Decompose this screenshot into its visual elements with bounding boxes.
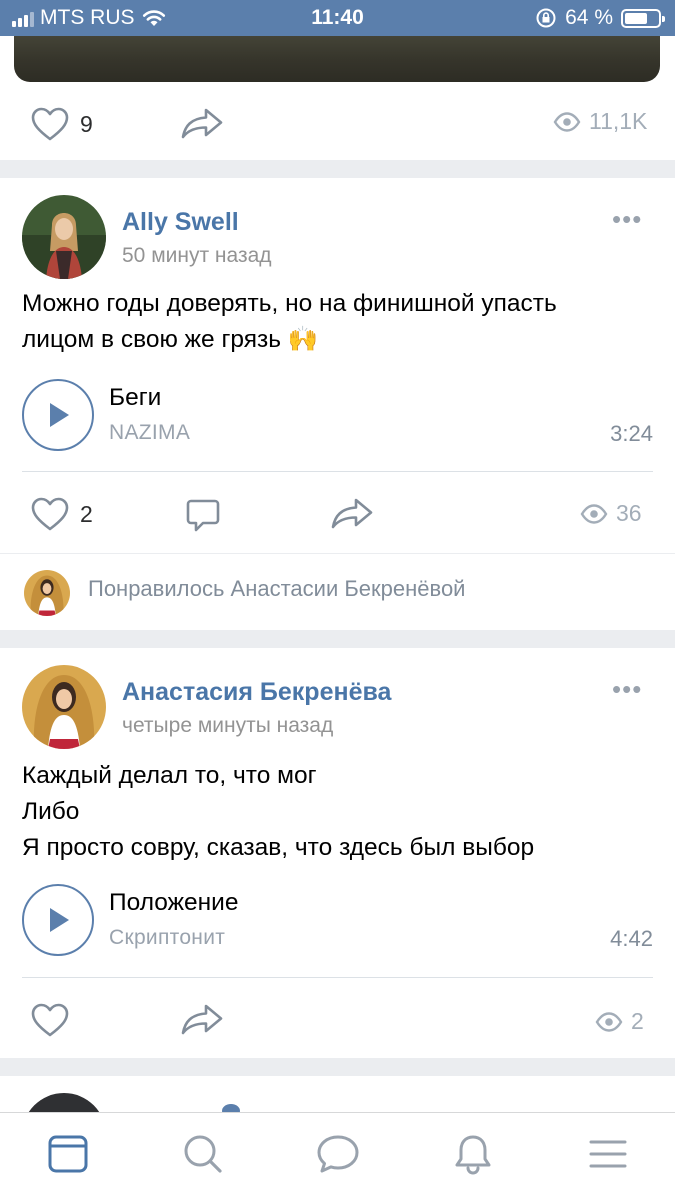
- liked-by-bar[interactable]: Понравилось Анастасии Бекренёвой: [0, 554, 675, 630]
- share-button[interactable]: [180, 106, 224, 140]
- audio-title: Положение: [109, 889, 239, 916]
- audio-duration: 4:42: [610, 926, 653, 951]
- notifications-icon: [455, 1135, 490, 1174]
- views-count: 2: [631, 1008, 644, 1034]
- audio-title: Беги: [109, 384, 162, 411]
- share-button[interactable]: [330, 496, 374, 530]
- post-text: Каждый делал то, что мог Либо Я просто с…: [22, 758, 534, 866]
- post-time: 50 минут назад: [122, 244, 272, 267]
- tab-search[interactable]: [135, 1113, 270, 1200]
- avatar-image: [22, 665, 106, 749]
- avatar[interactable]: [22, 665, 106, 749]
- eye-icon: [580, 503, 608, 524]
- like-button[interactable]: 2: [30, 496, 93, 532]
- post-text: Можно годы доверять, но на финишной упас…: [22, 286, 557, 358]
- avatar-image: [24, 570, 70, 616]
- battery-percent: 64 %: [565, 6, 613, 29]
- play-icon: [50, 403, 69, 427]
- like-button[interactable]: 9: [30, 106, 93, 142]
- eye-icon: [595, 1011, 623, 1032]
- post-card: 9 11,1K: [0, 26, 675, 160]
- status-bar: MTS RUS 11:40 64 %: [0, 0, 675, 36]
- comment-button[interactable]: [185, 498, 221, 534]
- tab-notifications[interactable]: [405, 1113, 540, 1200]
- post-card: [0, 1076, 675, 1177]
- audio-artist[interactable]: NAZIMA: [109, 421, 190, 445]
- status-right: 64 %: [535, 6, 665, 30]
- views-count: 11,1K: [589, 108, 648, 134]
- more-options-icon[interactable]: •••: [612, 674, 642, 705]
- views-counter: 36: [580, 500, 642, 527]
- rotation-lock-icon: [536, 8, 556, 28]
- share-button[interactable]: [180, 1002, 224, 1036]
- post-time: четыре минуты назад: [122, 714, 334, 737]
- liked-by-text: Понравилось Анастасии Бекренёвой: [88, 576, 466, 601]
- tab-menu[interactable]: [540, 1113, 675, 1200]
- news-icon: [48, 1135, 87, 1172]
- audio-duration: 3:24: [610, 421, 653, 446]
- audio-play-button[interactable]: [22, 379, 94, 451]
- share-icon: [181, 108, 223, 139]
- audio-play-button[interactable]: [22, 884, 94, 956]
- post-author[interactable]: Ally Swell: [122, 208, 239, 237]
- avatar[interactable]: [22, 195, 106, 279]
- more-options-icon[interactable]: •••: [612, 204, 642, 235]
- post-card: Анастасия Бекренёва четыре минуты назад …: [0, 648, 675, 1058]
- heart-icon: [31, 497, 69, 531]
- post-text-line: Либо: [22, 798, 80, 825]
- avatar-image: [22, 195, 106, 279]
- play-icon: [50, 908, 69, 932]
- tab-messages[interactable]: [270, 1113, 405, 1200]
- like-count: 2: [80, 500, 93, 527]
- post-text-line: Каждый делал то, что мог: [22, 762, 317, 789]
- post-card: Ally Swell 50 минут назад ••• Можно годы…: [0, 178, 675, 553]
- post-text-line: лицом в свою же грязь 🙌: [22, 326, 319, 353]
- audio-artist[interactable]: Скриптонит: [109, 926, 225, 950]
- avatar: [24, 570, 70, 616]
- like-count: 9: [80, 110, 93, 137]
- battery-icon: [621, 8, 665, 28]
- share-icon: [331, 498, 373, 529]
- post-text-line: Я просто совру, сказав, что здесь был вы…: [22, 834, 535, 861]
- share-icon: [181, 1004, 223, 1035]
- menu-icon: [589, 1140, 626, 1167]
- views-count: 36: [616, 500, 642, 526]
- messages-icon: [317, 1135, 358, 1172]
- heart-icon: [31, 1003, 69, 1037]
- comment-icon: [186, 499, 220, 532]
- tab-bar: [0, 1112, 675, 1200]
- like-button[interactable]: [30, 1002, 70, 1038]
- post-author[interactable]: Анастасия Бекренёва: [122, 678, 391, 707]
- divider: [22, 977, 653, 978]
- screen: MTS RUS 11:40 64 % 9 11,1K Ally Swell 50…: [0, 0, 675, 1200]
- divider: [22, 471, 653, 472]
- tab-news[interactable]: [0, 1113, 135, 1200]
- post-text-line: Можно годы доверять, но на финишной упас…: [22, 290, 557, 317]
- eye-icon: [553, 111, 581, 132]
- heart-icon: [31, 107, 69, 141]
- views-counter: 2: [595, 1008, 644, 1035]
- search-icon: [184, 1135, 222, 1173]
- views-counter: 11,1K: [553, 108, 647, 135]
